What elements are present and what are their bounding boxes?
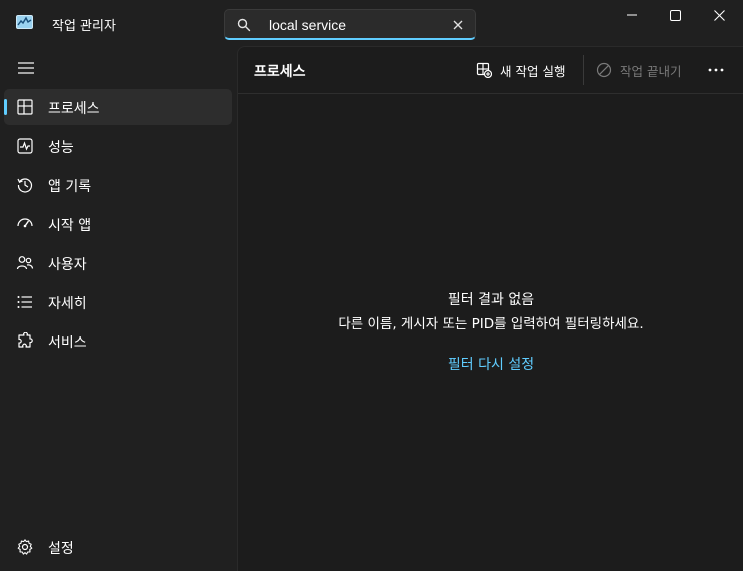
run-new-task-label: 새 작업 실행 [500,63,566,79]
hamburger-menu-button[interactable] [12,56,40,80]
sidebar-item-label: 앱 기록 [48,179,92,195]
empty-state-title: 필터 결과 없음 [447,292,535,308]
hamburger-icon [18,62,34,74]
sidebar-item-app-history[interactable]: 앱 기록 [4,167,232,203]
clear-search-button[interactable] [449,16,467,34]
close-icon [713,9,725,21]
search-icon [237,18,251,32]
prohibited-icon [596,62,612,78]
run-new-task-button[interactable]: 새 작업 실행 [476,55,565,85]
details-list-icon [17,296,32,308]
navigation-sidebar: 프로세스 성능 앱 기록 시작 앱 사용자 자세히 서비스 설정 [0,46,237,571]
search-input[interactable] [269,14,449,36]
empty-state-description: 다른 이름, 게시자 또는 PID를 입력하여 필터링하세요. [338,316,644,332]
close-icon [453,20,463,30]
performance-pulse-icon [17,138,33,154]
sidebar-item-label: 성능 [48,140,74,156]
gear-icon [17,539,33,555]
sidebar-item-label: 자세히 [48,296,87,312]
run-new-task-icon [476,62,492,78]
users-icon [16,256,34,270]
maximize-icon [669,9,681,21]
toolbar-divider [583,55,584,85]
history-icon [17,178,33,193]
end-task-label: 작업 끝내기 [620,63,682,79]
sidebar-item-label: 사용자 [48,257,87,273]
minimize-button[interactable] [609,0,655,30]
sidebar-item-label: 시작 앱 [48,218,92,234]
sidebar-item-label: 서비스 [48,335,87,351]
sidebar-item-startup-apps[interactable]: 시작 앱 [4,206,232,242]
sidebar-item-details[interactable]: 자세히 [4,284,232,320]
minimize-icon [627,14,637,16]
maximize-button[interactable] [652,0,698,30]
main-content: 프로세스 새 작업 실행 작업 끝내기 필터 결과 없음 다른 이름, 게시자 … [237,46,743,571]
empty-state: 필터 결과 없음 다른 이름, 게시자 또는 PID를 입력하여 필터링하세요.… [238,289,743,374]
sidebar-item-services[interactable]: 서비스 [4,323,232,359]
sidebar-item-performance[interactable]: 성능 [4,128,232,164]
page-title: 프로세스 [254,64,306,80]
end-task-button[interactable]: 작업 끝내기 [596,55,681,85]
close-window-button[interactable] [696,0,742,30]
window-title: 작업 관리자 [52,19,116,34]
processes-grid-icon [17,99,33,115]
services-puzzle-icon [18,332,33,348]
sidebar-item-users[interactable]: 사용자 [4,245,232,281]
reset-filter-link[interactable]: 필터 다시 설정 [448,354,534,374]
task-manager-app-icon [16,15,33,29]
sidebar-item-label: 설정 [48,541,74,557]
startup-gauge-icon [17,218,33,228]
sidebar-item-settings[interactable]: 설정 [4,529,232,565]
more-options-button[interactable] [700,57,732,83]
toolbar: 프로세스 새 작업 실행 작업 끝내기 [238,47,743,94]
active-indicator [4,99,7,115]
sidebar-item-processes[interactable]: 프로세스 [4,89,232,125]
title-bar: 작업 관리자 [0,0,743,46]
more-options-icon [708,68,724,72]
sidebar-item-label: 프로세스 [48,101,100,117]
search-box[interactable] [224,9,476,40]
